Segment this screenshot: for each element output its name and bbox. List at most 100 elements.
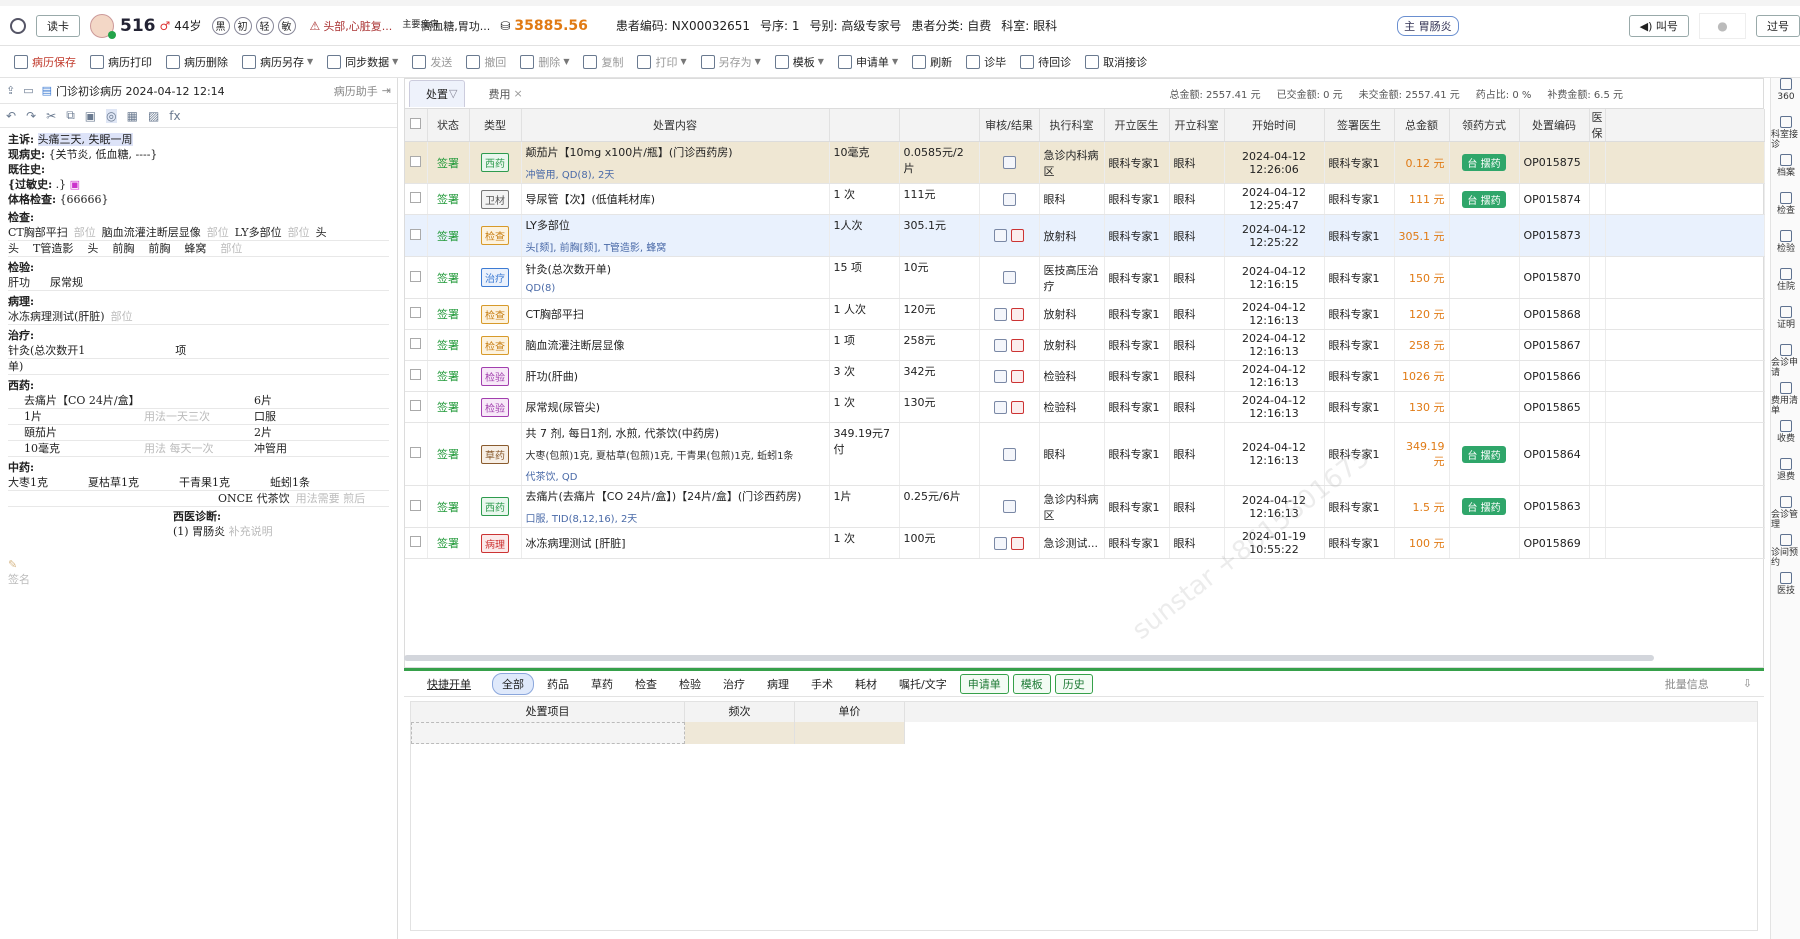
image-icon[interactable]: ▨ (148, 109, 159, 123)
emr-content[interactable]: 主诉: 头痛三天, 失眠一周 现病史: {关节炎, 低血糖, ----} 既往史… (0, 128, 397, 591)
rail-item-3[interactable]: 检查 (1771, 192, 1800, 230)
toolbar-item-6[interactable]: 撤回 (466, 54, 506, 70)
rail-item-12[interactable]: 诊间预约 (1771, 534, 1800, 572)
audit-icon[interactable] (1002, 271, 1016, 285)
checkbox[interactable] (410, 338, 422, 349)
chinese-med-item[interactable]: 夏枯草1克 (88, 475, 139, 490)
rail-item-1[interactable]: 科室接诊 (1771, 116, 1800, 154)
pin-icon[interactable]: ⇩ (1743, 677, 1752, 690)
toolbar-item-10[interactable]: 另存为 ▼ (700, 54, 761, 70)
check-item[interactable]: 脑血流灌注断层显像 (102, 225, 201, 240)
bottom-tab[interactable]: 全部 (492, 672, 534, 695)
checkbox[interactable] (410, 192, 422, 203)
bottom-tab[interactable]: 嘱托/文字 (890, 674, 956, 694)
chevron-down-icon[interactable]: ▼ (680, 57, 686, 66)
audit-icon[interactable] (1002, 156, 1016, 170)
result-icon[interactable] (1011, 369, 1024, 383)
med-name[interactable]: 1片 (24, 409, 144, 424)
table-row[interactable]: 签署 卫材 导尿管【次】(低值耗材库) 1 次 111元 眼科 眼科专家1 眼科 2024-04… (405, 183, 1765, 215)
copy-icon[interactable]: ⧉ (66, 108, 75, 123)
result-icon[interactable] (1011, 307, 1024, 321)
checkbox[interactable] (410, 536, 422, 547)
rail-item-6[interactable]: 证明 (1771, 306, 1800, 344)
result-icon[interactable] (1011, 400, 1024, 414)
audit-icon[interactable] (994, 400, 1007, 414)
view-icon[interactable]: ◎ (106, 108, 117, 123)
toolbar-item-0[interactable]: 病历保存 (14, 54, 76, 70)
check-item[interactable]: 头 (316, 225, 327, 240)
chevron-down-icon[interactable]: ▼ (818, 57, 824, 66)
row-select[interactable] (405, 298, 428, 330)
toolbar-item-15[interactable]: 待回诊 (1020, 54, 1071, 70)
checkbox[interactable] (410, 118, 422, 129)
result-icon[interactable] (1011, 338, 1024, 352)
chinese-med-item[interactable]: 大枣1克 (8, 475, 48, 490)
bottom-action-button[interactable]: 申请单 (959, 673, 1009, 694)
present-illness[interactable]: {关节炎, 低血糖, ----} (49, 148, 158, 161)
emr-assistant[interactable]: 病历助手 (334, 83, 378, 99)
bottom-tab[interactable]: 检验 (670, 674, 710, 694)
result-icon[interactable] (1011, 229, 1024, 243)
row-select[interactable] (405, 329, 428, 361)
row-select[interactable] (405, 256, 428, 299)
med-name[interactable]: 頤茄片 (24, 425, 144, 440)
check-item[interactable]: CT胸部平扫 (8, 225, 68, 240)
bottom-tab[interactable]: 耗材 (846, 674, 886, 694)
exit-icon[interactable]: ⇥ (382, 84, 391, 97)
chevron-down-icon[interactable]: ▼ (307, 57, 313, 66)
audit-icon[interactable] (994, 536, 1007, 550)
audit-icon[interactable] (1002, 447, 1016, 461)
treatment-item[interactable]: 针灸(总次数开1 (8, 343, 85, 358)
audit-icon[interactable] (994, 369, 1007, 383)
toolbar-item-2[interactable]: 病历删除 (166, 54, 228, 70)
row-select[interactable] (405, 485, 428, 528)
med-dose[interactable]: 6片 (254, 393, 272, 408)
checkbox[interactable] (410, 499, 422, 511)
row-select[interactable] (405, 422, 428, 486)
toolbar-item-8[interactable]: 复制 (583, 54, 623, 70)
lab-item[interactable]: 肝功 (8, 275, 30, 290)
check-item[interactable]: 部位 (207, 225, 229, 240)
batch-info[interactable]: 批量信息 (1665, 676, 1709, 692)
check-item[interactable]: 部位 (220, 241, 242, 256)
table-icon[interactable]: ▦ (127, 109, 138, 123)
chevron-down-icon[interactable]: ▼ (892, 57, 898, 66)
audit-icon[interactable] (1002, 500, 1016, 514)
edit-icon[interactable]: ▣ (70, 178, 80, 191)
toolbar-item-9[interactable]: 打印 ▼ (637, 54, 687, 70)
rail-item-13[interactable]: 医技 (1771, 572, 1800, 610)
search-icon[interactable] (10, 17, 26, 34)
row-select[interactable] (405, 141, 428, 184)
row-select[interactable] (405, 360, 428, 392)
table-row[interactable]: 签署 检查 脑血流灌注断层显像 1 项 258元 放射科 眼科专家1 眼科 2024-04-12… (405, 329, 1765, 361)
exam-value[interactable]: {66666} (60, 193, 109, 206)
table-row[interactable]: 签署 病理 冰冻病理测试 [肝脏] 1 次 100元 急诊测试... 眼科专家1 眼科 2024… (405, 527, 1765, 559)
check-item[interactable]: 部位 (74, 225, 96, 240)
undo-icon[interactable]: ↶ (6, 109, 16, 123)
row-select[interactable] (405, 183, 428, 215)
rail-item-11[interactable]: 会诊管理 (1771, 496, 1800, 534)
diagnosis-tag[interactable]: 主 胃肠炎 (1397, 15, 1459, 36)
check-item[interactable]: 头 (87, 241, 98, 256)
table-row[interactable]: 签署 检验 肝功(肝曲) 3 次 342元 检验科 眼科专家1 眼科 2024-04-12 12… (405, 360, 1765, 392)
toolbar-item-1[interactable]: 病历打印 (90, 54, 152, 70)
call-button[interactable]: ◀) 叫号 (1628, 14, 1689, 37)
toolbar-item-7[interactable]: 删除 ▼ (520, 54, 569, 70)
freq-input[interactable] (685, 722, 795, 744)
bottom-tab[interactable]: 药品 (538, 674, 578, 694)
table-row[interactable]: 签署 治疗 针灸(总次数开单) QD(8) 15 项 10元 医技高压治疗 眼科专家1 眼科 20… (405, 256, 1765, 299)
med-dose[interactable]: 口服 (254, 409, 276, 424)
med-name[interactable]: 10毫克 (24, 441, 144, 456)
checkbox[interactable] (410, 307, 422, 318)
horizontal-scrollbar[interactable] (404, 655, 1654, 661)
table-row[interactable]: 签署 检验 尿常规(尿管尖) 1 次 130元 检验科 眼科专家1 眼科 2024-04-12 … (405, 391, 1765, 423)
rail-item-8[interactable]: 费用清单 (1771, 382, 1800, 420)
pathology-item[interactable]: 冰冻病理测试(肝脏) (8, 309, 105, 324)
bottom-tab[interactable]: 检查 (626, 674, 666, 694)
checkbox[interactable] (410, 155, 422, 167)
audit-icon[interactable] (1002, 192, 1016, 206)
result-icon[interactable] (1011, 536, 1024, 550)
price-input[interactable] (795, 722, 905, 744)
checkbox[interactable] (410, 228, 422, 240)
check-item[interactable]: 蜂窝 (184, 241, 206, 256)
